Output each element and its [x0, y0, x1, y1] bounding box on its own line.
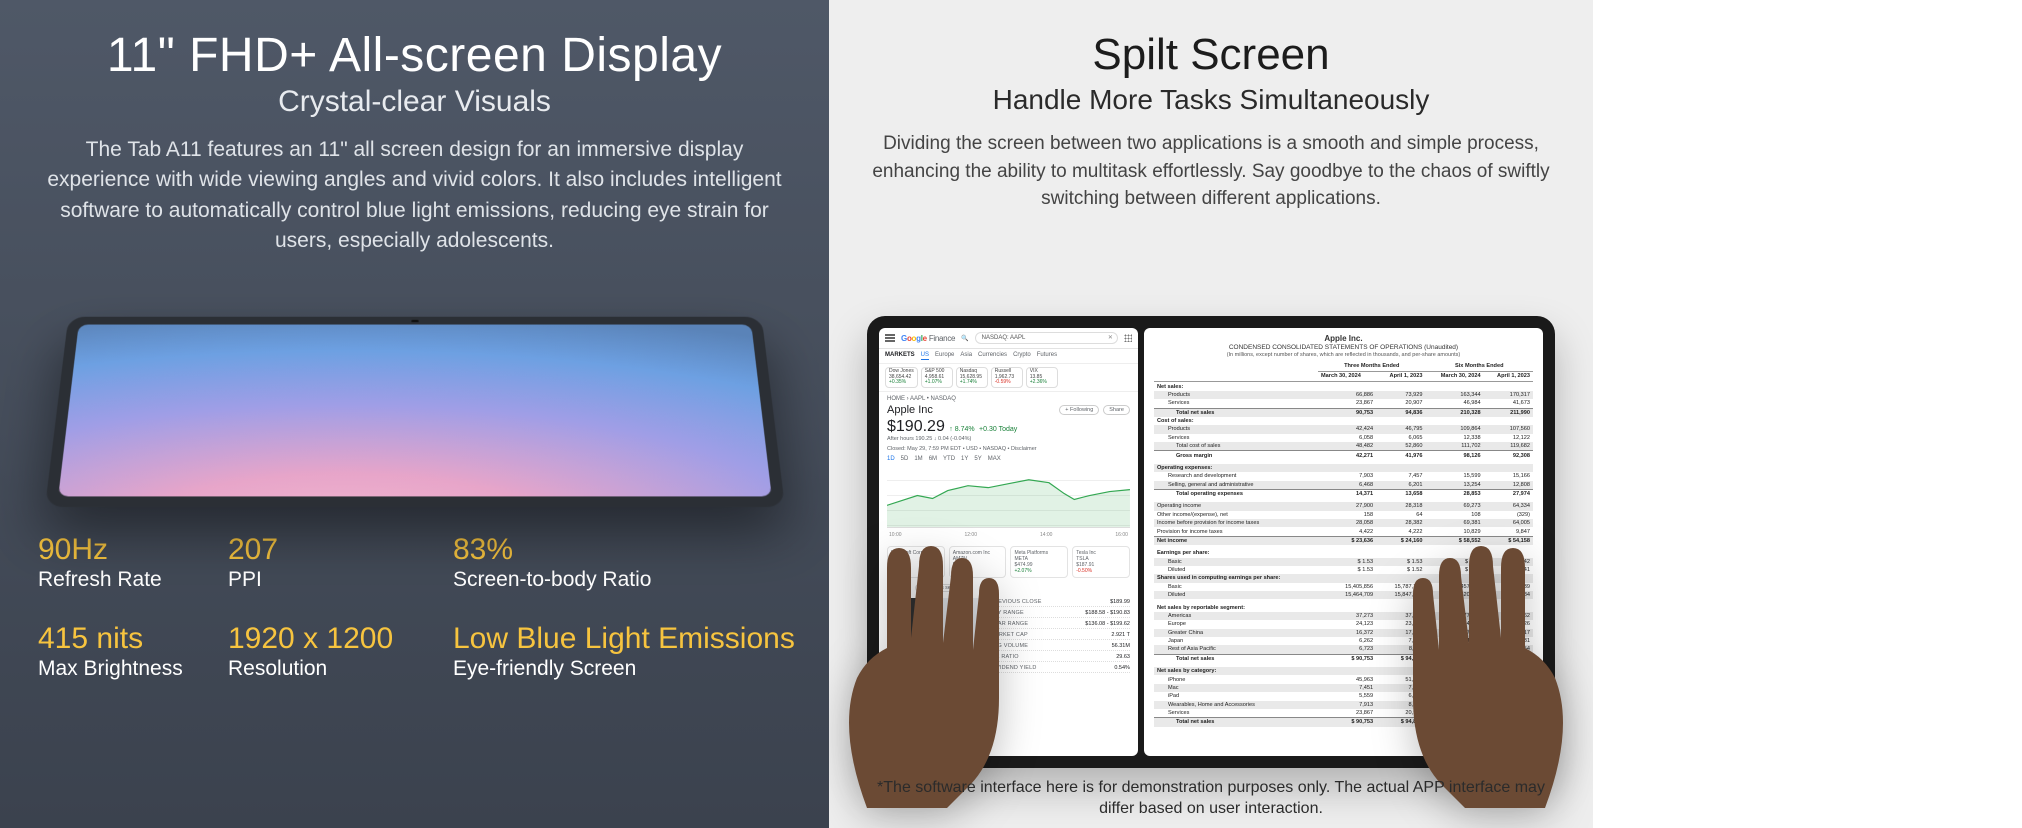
spec-label: Resolution — [228, 657, 443, 681]
share-pill: Share — [1103, 405, 1130, 415]
spec-label: Eye-friendly Screen — [453, 657, 795, 681]
stock-chart — [887, 466, 1130, 528]
spec-value: 207 — [228, 533, 443, 566]
spec-item: 207 PPI — [228, 533, 443, 592]
spec-label: Screen-to-body Ratio — [453, 568, 795, 592]
split-screen-panel: Spilt Screen Handle More Tasks Simultane… — [829, 0, 1593, 828]
spec-label: Max Brightness — [38, 657, 218, 681]
spec-value: 415 nits — [38, 622, 218, 655]
menu-icon — [885, 334, 895, 342]
display-subtitle: Crystal-clear Visuals — [38, 85, 791, 119]
split-description: Dividing the screen between two applicat… — [861, 130, 1561, 213]
range-tabs: 1D5D1M6MYTD1Y5YMAX — [879, 456, 1138, 462]
apps-grid-icon — [1124, 334, 1132, 342]
doc-company: Apple Inc. — [1154, 334, 1533, 343]
doc-title: CONDENSED CONSOLIDATED STATEMENTS OF OPE… — [1154, 344, 1533, 351]
chart-x-axis: 10:0012:0014:0016:00 — [879, 532, 1138, 542]
spec-value: 90Hz — [38, 533, 218, 566]
display-feature-panel: 11" FHD+ All-screen Display Crystal-clea… — [0, 0, 829, 828]
doc-subtitle: (In millions, except number of shares, w… — [1154, 352, 1533, 358]
finance-market-nav: MARKETSUSEuropeAsiaCurrenciesCryptoFutur… — [879, 349, 1138, 364]
split-subtitle: Handle More Tasks Simultaneously — [861, 84, 1561, 116]
compare-cards: Microsoft CorpMSFT$414.11+1.56%Amazon.co… — [879, 542, 1138, 582]
split-pane-document: Apple Inc. CONDENSED CONSOLIDATED STATEM… — [1144, 328, 1543, 756]
spec-item: 415 nits Max Brightness — [38, 622, 218, 681]
search-icon: 🔍 — [961, 335, 968, 342]
spec-item: 83% Screen-to-body Ratio — [453, 533, 795, 592]
stock-meta: Closed: May 29, 7:59 PM EDT • USD • NASD… — [879, 446, 1138, 456]
finance-search: NASDAQ: AAPL — [975, 332, 1118, 344]
finance-breadcrumb: HOME › AAPL • NASDAQ — [879, 392, 1138, 402]
spec-item: 1920 x 1200 Resolution — [228, 622, 443, 681]
disclaimer-text: *The software interface here is for demo… — [829, 777, 1593, 820]
financial-table: Three Months Ended Six Months Ended Marc… — [1154, 362, 1533, 727]
spec-label: PPI — [228, 568, 443, 592]
tablet-split-device: GoogleFinance 🔍 NASDAQ: AAPL MARKETSUSEu… — [867, 316, 1555, 768]
stock-name: Apple Inc — [887, 404, 933, 416]
spec-value: 1920 x 1200 — [228, 622, 443, 655]
google-finance-logo: GoogleFinance — [901, 334, 955, 343]
news-tabs: Latest US Indices security — [879, 582, 1138, 594]
spec-value: 83% — [453, 533, 795, 566]
stock-price: $190.29 ↑ 8.74% +0.30 Today — [879, 418, 1138, 436]
news-thumbs — [887, 598, 984, 753]
spec-label: Refresh Rate — [38, 568, 218, 592]
split-title: Spilt Screen — [861, 30, 1561, 80]
display-title: 11" FHD+ All-screen Display — [38, 28, 791, 83]
after-hours: After hours 190.25 ↓ 0.04 (-0.04%) — [879, 436, 1138, 446]
tablet-render — [38, 277, 791, 507]
display-description: The Tab A11 features an 11" all screen d… — [38, 135, 791, 257]
key-stats: PREVIOUS CLOSE$189.99DAY RANGE$188.58 - … — [990, 598, 1130, 753]
spec-item: Low Blue Light Emissions Eye-friendly Sc… — [453, 622, 795, 681]
finance-ticker-row: Dow Jones38,654.42+0.35%S&P 5004,958.61+… — [879, 364, 1138, 392]
split-pane-finance: GoogleFinance 🔍 NASDAQ: AAPL MARKETSUSEu… — [879, 328, 1138, 756]
follow-pill: + Following — [1059, 405, 1099, 415]
spec-item: 90Hz Refresh Rate — [38, 533, 218, 592]
spec-value: Low Blue Light Emissions — [453, 622, 795, 655]
specs-grid: 90Hz Refresh Rate207 PPI83% Screen-to-bo… — [38, 533, 791, 681]
